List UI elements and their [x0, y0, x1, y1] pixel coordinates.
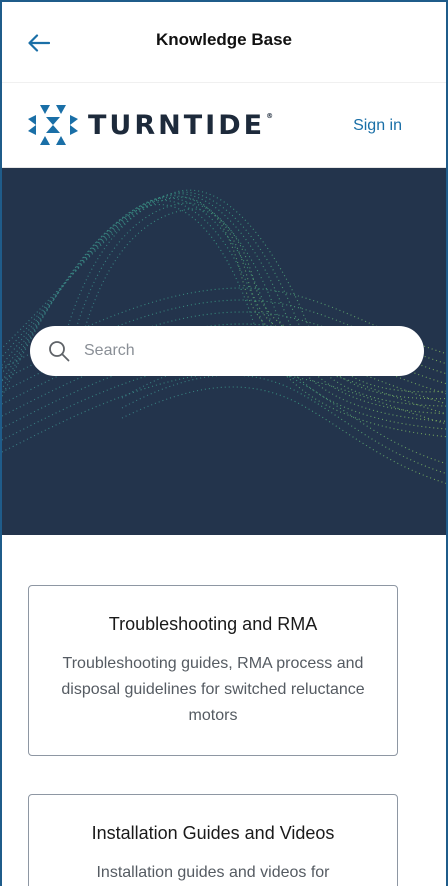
arrow-left-icon — [28, 34, 50, 52]
category-list: Troubleshooting and RMA Troubleshooting … — [2, 535, 446, 886]
site-header: TURNTIDE ® Sign in — [2, 83, 446, 168]
category-card-installation[interactable]: Installation Guides and Videos Installat… — [28, 794, 398, 886]
brand-wordmark: TURNTIDE ® — [88, 109, 273, 141]
search-input[interactable] — [82, 341, 386, 361]
card-title: Troubleshooting and RMA — [108, 614, 318, 634]
category-card-troubleshooting[interactable]: Troubleshooting and RMA Troubleshooting … — [28, 585, 398, 756]
app-bar: Knowledge Base — [2, 2, 446, 83]
search-bar[interactable] — [30, 326, 424, 376]
page-title: Knowledge Base — [155, 30, 293, 49]
turntide-logo-icon — [28, 105, 78, 145]
hero-banner — [2, 168, 446, 535]
card-title: Installation Guides and Videos — [91, 823, 335, 843]
brand-name: TURNTIDE — [88, 109, 266, 141]
brand-logo[interactable]: TURNTIDE ® — [26, 102, 273, 148]
search-icon — [49, 341, 70, 362]
back-button[interactable] — [22, 26, 56, 60]
trademark-symbol: ® — [266, 111, 274, 120]
card-description: Troubleshooting guides, RMA process and … — [61, 655, 365, 724]
card-description: Installation guides and videos for — [96, 864, 330, 881]
sign-in-link[interactable]: Sign in — [353, 117, 402, 135]
app-frame: Knowledge Base TURNTIDE ® Sign in Search… — [0, 0, 448, 886]
